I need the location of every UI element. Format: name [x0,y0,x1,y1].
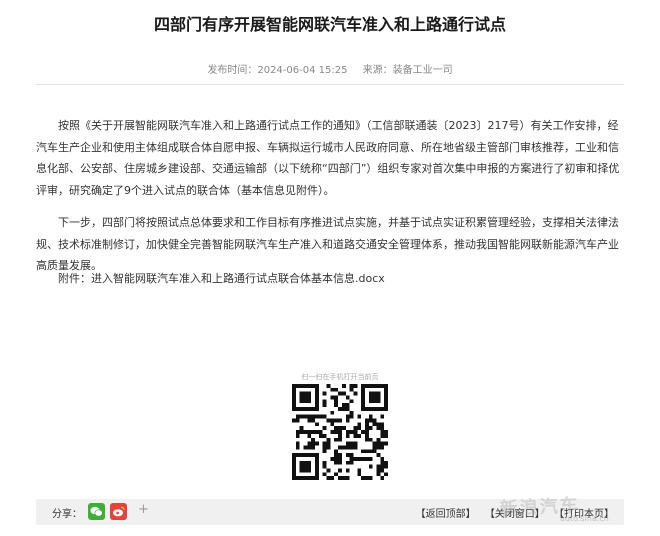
paragraph-2: 下一步，四部门将按照试点总体要求和工作目标有序推进试点实施，并基于试点实证积累管… [36,216,619,272]
paragraph-1: 按照《关于开展智能网联汽车准入和上路通行试点工作的通知》（工信部联通装〔2023… [36,119,620,197]
qr-code-icon [292,384,388,480]
share-label: 分享： [52,509,82,520]
page-title: 四部门有序开展智能网联汽车准入和上路通行试点 [153,15,506,34]
wechat-icon[interactable] [88,503,105,520]
divider [36,84,624,85]
share-more-button[interactable]: + [138,502,149,517]
qr-code-panel: 扫一扫在手机打开当前页 [292,372,388,482]
article-meta: 发布时间：2024-06-04 15:25 来源：装备工业一司 [0,61,660,76]
attachment-link[interactable]: 附件：进入智能网联汽车准入和上路通行试点联合体基本信息.docx [36,268,624,290]
watermark-url: auto.sina.cn [560,514,609,523]
qr-caption: 扫一扫在手机打开当前页 [301,373,379,381]
weibo-icon[interactable] [110,503,127,520]
source: 来源：装备工业一司 [362,65,453,76]
watermark-logo: 新浪汽车 [499,495,581,521]
back-to-top-link[interactable]: 【返回顶部】 [416,509,476,520]
publish-time: 发布时间：2024-06-04 15:25 [207,65,348,76]
